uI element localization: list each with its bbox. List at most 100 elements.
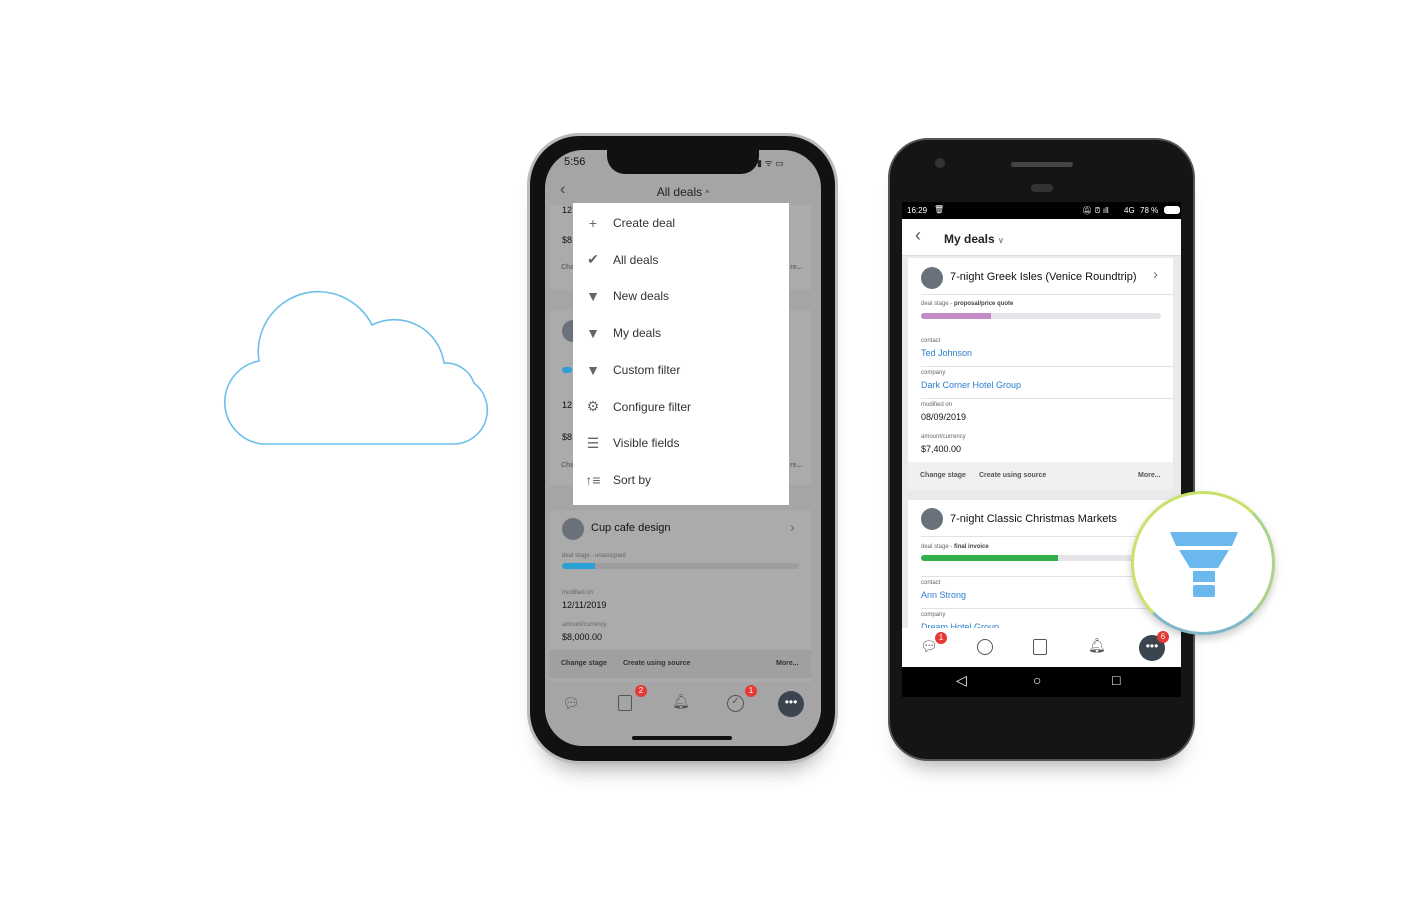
funnel-icon: [1170, 532, 1238, 597]
network: 4G: [1124, 206, 1135, 215]
field-label: modified on: [921, 402, 953, 408]
status-icons: ▮ ᯤ ▭: [757, 158, 784, 168]
field-label: contact: [921, 338, 941, 344]
cloud-illustration: [223, 290, 489, 445]
company-link[interactable]: Dark Corner Hotel Group: [921, 380, 1021, 390]
check-icon: ✔: [587, 251, 599, 268]
recents-square-icon[interactable]: □: [1112, 672, 1120, 688]
menu-item-label: Configure filter: [613, 399, 692, 414]
stage-name: proposal/price quote: [954, 301, 1014, 307]
change-stage-button[interactable]: Change stage: [561, 660, 607, 667]
app-header: ‹ My deals ∨: [902, 219, 1181, 256]
card-actions: Change stage Create using source More...: [908, 462, 1173, 490]
filter-icon: ▼: [586, 361, 600, 378]
sort-icon: ↑≡: [585, 471, 601, 488]
filter-icon: ▼: [586, 288, 600, 305]
menu-item-label: Create deal: [613, 216, 676, 230]
stage-label: deal stage -: [921, 544, 955, 550]
stage-progress: [921, 313, 1161, 319]
home-circle-icon[interactable]: ○: [1033, 672, 1041, 688]
stage-name: final invoice: [954, 544, 989, 550]
menu-item-custom-filter[interactable]: ▼ Custom filter: [573, 352, 789, 388]
fragment: 12: [562, 400, 573, 410]
amount: $8,000.00: [562, 632, 603, 642]
menu-item-create-deal[interactable]: + Create deal: [573, 205, 789, 241]
activity-stream-icon[interactable]: [977, 639, 993, 655]
menu-item-label: Visible fields: [613, 436, 680, 451]
battery-icon: [1164, 206, 1180, 214]
field-label: amount/currency: [562, 622, 607, 628]
deal-stage: deal stage - unassigned: [562, 553, 626, 559]
notch: [607, 150, 759, 174]
chat-icon[interactable]: 💬︎: [562, 695, 580, 712]
stage-progress: [921, 555, 1161, 561]
modified-date: 12/11/2019: [562, 600, 607, 610]
bottom-nav: 💬︎ 1 🔔︎ ••• 6: [902, 628, 1181, 667]
deal-card[interactable]: Cup cafe design › deal stage - unassigne…: [550, 510, 811, 682]
menu-item-label: New deals: [613, 289, 670, 304]
document-icon[interactable]: [1033, 639, 1047, 655]
deal-title: Cup cafe design: [591, 522, 671, 534]
more-menu-button[interactable]: •••: [778, 691, 804, 717]
card-actions: Change stage Create using source More...: [550, 650, 811, 678]
change-stage-button[interactable]: Change stage: [920, 472, 966, 479]
filter-dropdown-title[interactable]: My deals ∨: [944, 232, 1004, 246]
chevron-right-icon[interactable]: ›: [1153, 266, 1158, 283]
deal-card[interactable]: 7-night Greek Isles (Venice Roundtrip) ›…: [908, 258, 1173, 490]
handshake-icon: [562, 518, 584, 540]
status-icons: 🔕︎ ⏰︎ ıll: [1082, 206, 1109, 215]
create-using-source-button[interactable]: Create using source: [623, 660, 690, 667]
filter-dropdown-title[interactable]: All deals ^: [545, 185, 821, 199]
badge: 1: [745, 685, 757, 697]
field-label: company: [921, 612, 946, 618]
stage-label: deal stage -: [921, 301, 955, 307]
contact-link[interactable]: Ann Strong: [921, 590, 966, 600]
document-icon[interactable]: [618, 695, 632, 711]
back-button[interactable]: ‹: [915, 225, 921, 246]
menu-item-all-deals[interactable]: ✔ All deals: [573, 242, 789, 278]
more-button[interactable]: More...: [776, 660, 799, 667]
amount: $7,400.00: [921, 444, 962, 454]
gear-icon: ⚙: [586, 398, 600, 414]
android-status-bar: 16:29 🗑︎ 🔕︎ ⏰︎ ıll 4G 78 %: [902, 202, 1181, 219]
create-using-source-button[interactable]: Create using source: [979, 472, 1046, 479]
bell-icon[interactable]: 🔔︎: [672, 693, 690, 710]
stage-progress: [562, 563, 799, 569]
header-title: All deals: [656, 185, 703, 199]
field-label: amount/currency: [921, 434, 966, 440]
check-circle-icon[interactable]: ✓: [727, 695, 744, 712]
stage-bar: [562, 367, 572, 373]
bell-icon[interactable]: 🔔︎: [1088, 637, 1106, 654]
filter-icon: ▼: [586, 325, 600, 342]
modified-date: 08/09/2019: [921, 412, 967, 422]
more-button[interactable]: More...: [1138, 472, 1161, 479]
menu-item-new-deals[interactable]: ▼ New deals: [573, 278, 789, 314]
back-triangle-icon[interactable]: ◁: [956, 672, 967, 689]
android-screen: ‹ My deals ∨ 7-night Greek Isles (Venice…: [902, 219, 1181, 667]
bottom-nav: 💬︎ 2 🔔︎ ✓ 1 •••: [545, 685, 821, 746]
fragment: re...: [790, 264, 803, 271]
plus-icon: +: [588, 215, 598, 231]
rows-icon: ☰: [586, 434, 600, 451]
battery-level: 78 %: [1140, 206, 1159, 215]
fragment: $8: [562, 432, 573, 442]
menu-item-label: Custom filter: [613, 362, 681, 377]
menu-item-visible-fields[interactable]: ☰ Visible fields: [573, 425, 789, 461]
chevron-up-icon: ^: [705, 189, 710, 198]
header-title: My deals: [944, 232, 995, 246]
menu-item-configure-filter[interactable]: ⚙ Configure filter: [573, 389, 789, 425]
chevron-right-icon[interactable]: ›: [790, 519, 795, 535]
fragment: 12: [562, 205, 573, 215]
fragment: $8: [562, 235, 573, 245]
menu-item-sort-by[interactable]: ↑≡ Sort by: [573, 462, 789, 498]
status-time: 16:29: [907, 206, 928, 215]
home-indicator: [632, 736, 732, 740]
contact-link[interactable]: Ted Johnson: [921, 348, 972, 358]
chevron-down-icon: ∨: [998, 236, 1004, 245]
handshake-icon: [921, 508, 943, 530]
android-nav-bar: ◁ ○ □: [902, 667, 1181, 697]
menu-item-label: My deals: [613, 326, 662, 341]
status-time: 5:56: [564, 156, 586, 168]
menu-item-my-deals[interactable]: ▼ My deals: [573, 315, 789, 351]
field-label: modified on: [562, 590, 594, 596]
